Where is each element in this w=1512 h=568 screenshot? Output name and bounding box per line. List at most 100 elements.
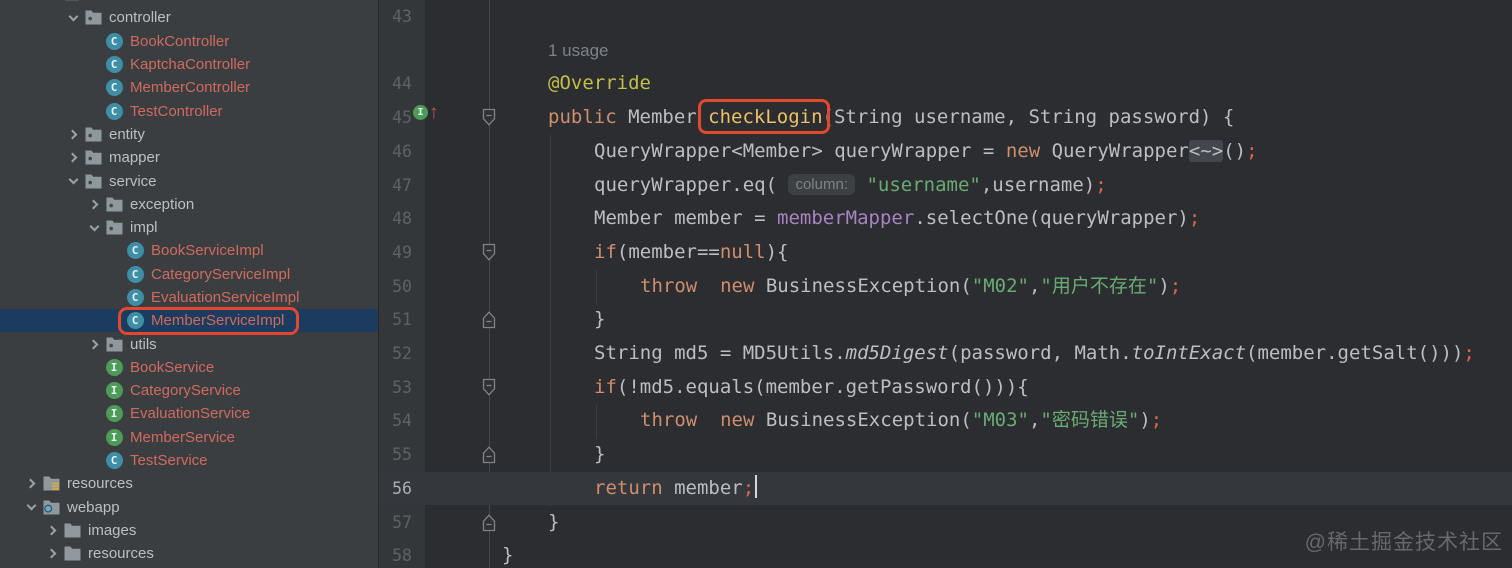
tree-item-label: KaptchaController: [130, 56, 251, 74]
implements-method-gutter-icon[interactable]: I ↑: [413, 103, 439, 122]
fold-marker-up-icon[interactable]: [481, 445, 497, 469]
tree-row-entity[interactable]: entity: [0, 123, 378, 146]
class-icon: C: [126, 265, 144, 283]
code-line-47[interactable]: 47 queryWrapper.eq( column: "username",us…: [379, 169, 1512, 203]
project-tree-panel: comminbookreader controller C BookControlle…: [0, 0, 379, 568]
tree-row-bookserviceimpl[interactable]: C BookServiceImpl: [0, 239, 378, 262]
tree-row-evaluationservice[interactable]: I EvaluationService: [0, 402, 378, 425]
interface-icon: I: [105, 405, 123, 423]
tree-item-label: utils: [130, 335, 157, 353]
chevron-expanded-icon[interactable]: [83, 221, 105, 232]
fold-marker-down-icon[interactable]: [481, 378, 497, 402]
tree-item-label: images: [88, 521, 137, 539]
line-number: 44: [392, 74, 412, 94]
usage-count-hint[interactable]: 1 usage: [548, 34, 609, 68]
chevron-collapsed-icon[interactable]: [62, 129, 84, 140]
chevron-collapsed-icon[interactable]: [41, 548, 63, 559]
code-line-49[interactable]: 49 if(member==null){: [379, 236, 1512, 270]
tree-row-service[interactable]: service: [0, 169, 378, 192]
tree-row-impl[interactable]: impl: [0, 216, 378, 239]
tree-row-testservice[interactable]: C TestService: [0, 449, 378, 472]
tree-item-label: comminbookreader: [88, 0, 216, 3]
fold-marker-down-icon[interactable]: [481, 108, 497, 132]
tree-row-resources[interactable]: resources: [0, 542, 378, 565]
tree-row-controller[interactable]: controller: [0, 6, 378, 29]
tree-row-evaluationserviceimpl[interactable]: C EvaluationServiceImpl: [0, 286, 378, 309]
tree-row-images[interactable]: images: [0, 519, 378, 542]
tree-row-bookcontroller[interactable]: C BookController: [0, 30, 378, 53]
code-text: }: [594, 308, 606, 331]
code-line-51[interactable]: 51}: [379, 303, 1512, 337]
code-editor[interactable]: 43 1 usage 44 @Override 45 I ↑ public Member ch…: [379, 0, 1512, 568]
code-text: throw new BusinessException("M02","用户不存在…: [640, 274, 1182, 297]
code-text: @Override: [548, 72, 651, 95]
tree-row-resources[interactable]: resources: [0, 472, 378, 495]
tree-item-label: BookController: [130, 32, 230, 50]
code-text: String md5 = MD5Utils.md5Digest(password…: [594, 342, 1475, 364]
fold-marker-up-icon[interactable]: [481, 310, 497, 334]
code-line-48[interactable]: 48 Member member = memberMapper.selectOne…: [379, 202, 1512, 236]
tree-row-exception[interactable]: exception: [0, 193, 378, 216]
code-text: return member;: [594, 472, 758, 506]
inlay-hint-line[interactable]: 1 usage: [379, 34, 1512, 68]
tree-row-utils[interactable]: utils: [0, 332, 378, 355]
interface-icon: I: [105, 382, 123, 400]
interface-icon: I: [105, 428, 123, 446]
tree-item-label: exception: [130, 195, 195, 213]
code-text: Member member = memberMapper.selectOne(q…: [594, 207, 1201, 230]
folder-web-icon: [42, 498, 60, 516]
tree-row-categoryserviceimpl[interactable]: C CategoryServiceImpl: [0, 263, 378, 286]
line-number: 53: [392, 377, 412, 397]
tree-row-mapper[interactable]: mapper: [0, 146, 378, 169]
folder-icon: [84, 149, 102, 167]
chevron-expanded-icon[interactable]: [62, 174, 84, 185]
class-icon: C: [105, 79, 123, 97]
tree-row-membercontroller[interactable]: C MemberController: [0, 76, 378, 99]
tree-item-label: mapper: [109, 149, 160, 167]
code-line-50[interactable]: 50 throw new BusinessException("M02","用户不…: [379, 270, 1512, 304]
code-line-45[interactable]: 45 I ↑ public Member checkLogin(String user…: [379, 101, 1512, 135]
tree-row-webapp[interactable]: webapp: [0, 496, 378, 519]
code-text: }: [548, 510, 560, 533]
chevron-collapsed-icon[interactable]: [20, 478, 42, 489]
folder-icon: [84, 125, 102, 143]
folder-icon: [105, 335, 123, 353]
code-line-43[interactable]: 43: [379, 0, 1512, 34]
line-number: 43: [392, 7, 412, 26]
tree-item-label: CategoryService: [130, 382, 241, 400]
code-line-52[interactable]: 52 String md5 = MD5Utils.md5Digest(passwo…: [379, 337, 1512, 371]
folder-resources-icon: [42, 475, 60, 493]
code-line-46[interactable]: 46 QueryWrapper<Member> queryWrapper = ne…: [379, 135, 1512, 169]
tree-row-categoryservice[interactable]: I CategoryService: [0, 379, 378, 402]
line-number: 51: [392, 310, 412, 330]
chevron-collapsed-icon[interactable]: [41, 525, 63, 536]
fold-marker-up-icon[interactable]: [481, 513, 497, 537]
class-icon: C: [126, 242, 144, 260]
code-line-44[interactable]: 44 @Override: [379, 67, 1512, 101]
tree-item-label: resources: [88, 545, 154, 563]
class-icon: C: [126, 312, 144, 330]
chevron-collapsed-icon[interactable]: [83, 199, 105, 210]
tree-item-label: TestService: [130, 452, 208, 470]
tree-item-label: MemberService: [130, 428, 236, 446]
tree-row-memberserviceimpl[interactable]: C MemberServiceImpl: [0, 306, 378, 335]
tree-row-testcontroller[interactable]: C TestController: [0, 99, 378, 122]
chevron-collapsed-icon[interactable]: [83, 339, 105, 350]
tree-row-bookservice[interactable]: I BookService: [0, 356, 378, 379]
tree-item-label: resources: [67, 475, 133, 493]
code-text: if(!md5.equals(member.getPassword())){: [594, 375, 1029, 398]
text-caret: [755, 474, 758, 498]
fold-marker-down-icon[interactable]: [481, 243, 497, 267]
line-number: 49: [392, 242, 412, 262]
tree-row-memberservice[interactable]: I MemberService: [0, 426, 378, 449]
chevron-collapsed-icon[interactable]: [62, 152, 84, 163]
code-line-53[interactable]: 53 if(!md5.equals(member.getPassword())){: [379, 371, 1512, 405]
code-line-56[interactable]: 56 return member;: [379, 471, 1512, 506]
chevron-expanded-icon[interactable]: [62, 11, 84, 22]
code-line-54[interactable]: 54 throw new BusinessException("M03","密码错…: [379, 404, 1512, 438]
class-icon: C: [105, 102, 123, 120]
tree-row-kaptchacontroller[interactable]: C KaptchaController: [0, 53, 378, 76]
tree-item-label: BookService: [130, 358, 215, 376]
chevron-expanded-icon[interactable]: [20, 500, 42, 511]
code-line-55[interactable]: 55}: [379, 438, 1512, 472]
